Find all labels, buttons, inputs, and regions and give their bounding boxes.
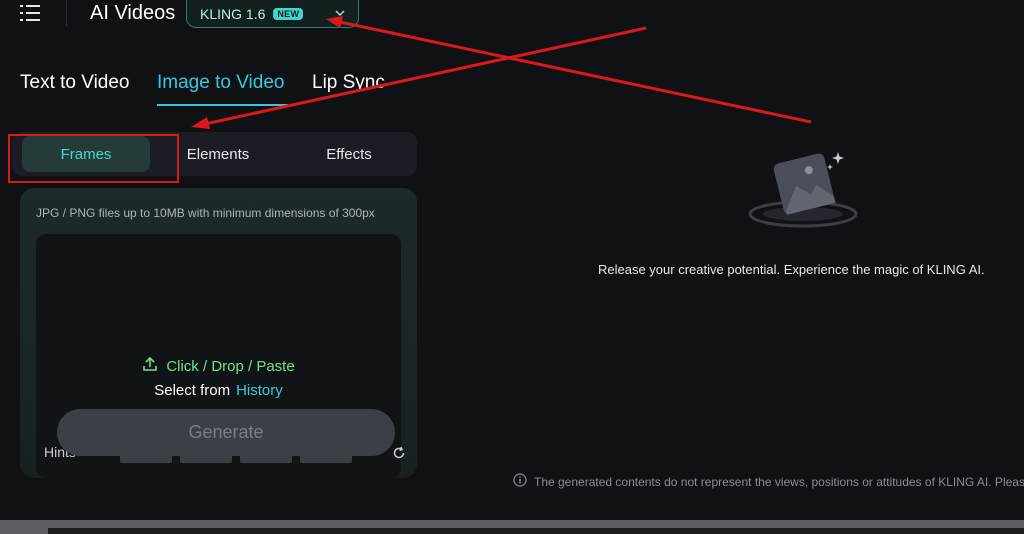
menu-icon[interactable] — [20, 4, 44, 22]
model-name: KLING 1.6 — [200, 5, 266, 22]
refresh-icon[interactable] — [392, 446, 406, 465]
new-badge: NEW — [273, 7, 304, 20]
sub-tab-bar: Frames Elements Effects — [12, 132, 417, 176]
history-link[interactable]: History — [236, 382, 283, 399]
upload-hint: JPG / PNG files up to 10MB with minimum … — [36, 206, 375, 220]
empty-state-message: Release your creative potential. Experie… — [598, 262, 985, 277]
subtab-effects[interactable]: Effects — [285, 136, 413, 172]
disclaimer: The generated contents do not represent … — [513, 473, 1024, 490]
tab-lip-sync[interactable]: Lip Sync — [312, 72, 385, 94]
upload-prompt: Click / Drop / Paste — [36, 356, 401, 376]
header-divider — [66, 0, 67, 26]
upload-icon — [142, 356, 158, 376]
active-tab-indicator — [157, 104, 288, 106]
chevron-down-icon — [334, 6, 346, 24]
annotation-arrow-model — [339, 20, 812, 124]
select-from-label: Select from — [154, 382, 231, 399]
generate-button[interactable]: Generate — [57, 409, 395, 456]
disclaimer-text: The generated contents do not represent … — [534, 474, 1024, 489]
subtab-frames[interactable]: Frames — [22, 136, 150, 172]
model-selector[interactable]: KLING 1.6 NEW — [186, 0, 359, 28]
subtab-elements[interactable]: Elements — [154, 136, 282, 172]
tab-text-to-video[interactable]: Text to Video — [20, 72, 130, 94]
info-icon — [513, 473, 527, 490]
image-placeholder-icon — [748, 148, 858, 235]
page-title: AI Videos — [90, 2, 176, 24]
taskbar-strip — [48, 528, 1024, 534]
tab-image-to-video[interactable]: Image to Video — [157, 72, 284, 94]
upload-prompt-text: Click / Drop / Paste — [166, 357, 295, 375]
select-from-row: Select from History — [36, 382, 401, 399]
